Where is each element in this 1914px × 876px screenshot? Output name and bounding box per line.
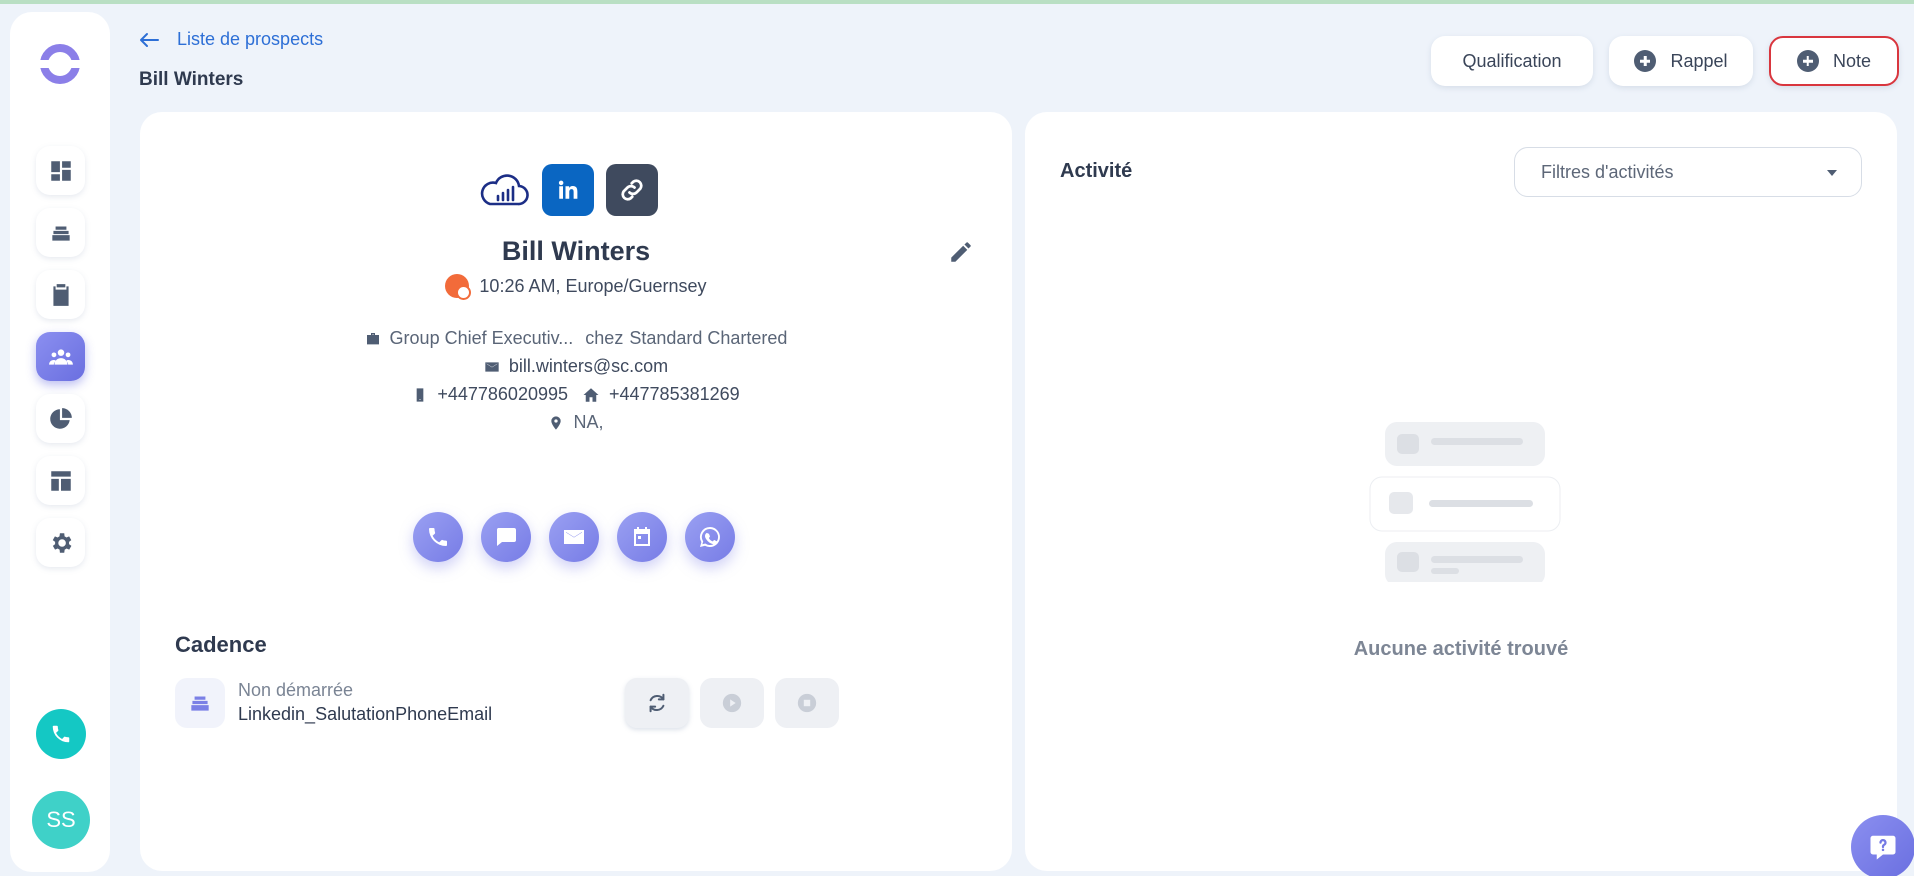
website-link[interactable]	[606, 164, 658, 216]
clipboard-icon	[52, 283, 69, 306]
sidebar-item-cadences[interactable]	[36, 208, 85, 257]
email-icon	[564, 530, 584, 544]
sidebar-item-settings[interactable]	[36, 518, 85, 567]
activity-filter-placeholder: Filtres d'activités	[1541, 161, 1674, 182]
cadence-name: Linkedin_SalutationPhoneEmail	[238, 704, 493, 724]
top-accent-line	[0, 0, 1914, 4]
sidebar: SS	[10, 12, 110, 872]
back-to-prospects-link[interactable]: Liste de prospects	[139, 29, 323, 50]
arrow-left-icon	[140, 32, 159, 47]
page-title: Bill Winters	[139, 69, 244, 90]
sidebar-item-reports[interactable]	[36, 394, 85, 443]
cadence-stop-button[interactable]	[775, 678, 839, 728]
globe-clock-icon	[445, 274, 472, 300]
job-title: Group Chief Executiv...	[389, 328, 574, 348]
empty-state-illustration	[1369, 422, 1561, 582]
qualification-button[interactable]: Qualification	[1431, 36, 1593, 86]
layout-icon	[50, 470, 71, 491]
note-label: Note	[1832, 50, 1872, 71]
rappel-label: Rappel	[1670, 50, 1728, 71]
contact-actions	[413, 512, 735, 562]
app-logo[interactable]	[35, 39, 85, 89]
cadence-icon-box	[175, 678, 225, 728]
local-time-row: 10:26 AM, Europe/Guernsey	[140, 274, 1012, 300]
email-icon	[485, 361, 499, 372]
email-row: bill.winters@sc.com	[140, 356, 1012, 377]
location-row: NA,	[140, 412, 1012, 433]
plus-circle-icon	[1796, 50, 1819, 72]
sidebar-item-prospects[interactable]	[36, 332, 85, 381]
rappel-button[interactable]: Rappel	[1609, 36, 1753, 86]
link-icon	[621, 179, 643, 201]
prospect-card: Bill Winters 10:26 AM, Europe/Guernsey G…	[140, 112, 1012, 871]
prospect-name: Bill Winters	[501, 236, 651, 266]
linkedin-icon	[558, 180, 578, 199]
company-prefix: chez	[585, 328, 624, 348]
prospect-location: NA,	[573, 412, 604, 432]
chat-bubble-icon	[496, 528, 516, 546]
cadence-refresh-button[interactable]	[625, 678, 689, 728]
sidebar-item-dashboard[interactable]	[36, 146, 85, 195]
edit-pencil-icon[interactable]	[948, 239, 974, 265]
home-icon	[583, 387, 599, 402]
layers-icon	[191, 696, 209, 711]
dashboard-icon	[50, 160, 71, 181]
briefcase-icon	[366, 332, 379, 344]
calendar-icon	[634, 527, 650, 546]
company-name: Standard Chartered	[629, 328, 788, 348]
cloud-chart-icon	[480, 174, 529, 206]
layers-icon	[51, 226, 70, 241]
sidebar-item-tasks[interactable]	[36, 270, 85, 319]
phone-icon	[52, 725, 70, 743]
plus-circle-icon	[1634, 50, 1657, 72]
call-button[interactable]	[36, 709, 86, 759]
call-action-button[interactable]	[413, 512, 463, 562]
help-chat-button[interactable]	[1851, 815, 1914, 876]
prospect-mobile[interactable]: +447786020995	[437, 384, 568, 405]
location-pin-icon	[551, 415, 562, 430]
caret-down-icon	[1827, 170, 1837, 176]
stop-circle-icon	[797, 693, 817, 713]
cadence-section-title: Cadence	[175, 632, 267, 657]
sms-action-button[interactable]	[481, 512, 531, 562]
user-avatar[interactable]: SS	[32, 791, 90, 849]
help-chat-icon	[1870, 835, 1896, 860]
activity-title: Activité	[1060, 160, 1133, 182]
whatsapp-action-button[interactable]	[685, 512, 735, 562]
activity-filter-select[interactable]: Filtres d'activités	[1514, 147, 1862, 197]
qualification-label: Qualification	[1462, 50, 1562, 71]
phone-icon	[429, 528, 447, 546]
local-time: 10:26 AM, Europe/Guernsey	[479, 275, 707, 296]
mobile-phone-icon	[417, 387, 424, 402]
meeting-action-button[interactable]	[617, 512, 667, 562]
pie-chart-icon	[49, 407, 72, 429]
whatsapp-icon	[700, 527, 720, 547]
phones-row: +447786020995 +447785381269	[140, 384, 1012, 405]
play-circle-icon	[722, 693, 742, 713]
activity-card: Activité Filtres d'activités Aucune acti…	[1025, 112, 1897, 871]
note-button[interactable]: Note	[1769, 36, 1899, 86]
gear-icon	[52, 532, 71, 553]
job-row: Group Chief Executiv... chez Standard Ch…	[140, 328, 1012, 349]
back-link-label: Liste de prospects	[177, 29, 324, 49]
prospect-email[interactable]: bill.winters@sc.com	[509, 356, 668, 377]
cadence-status: Non démarrée	[238, 680, 354, 700]
prospect-home-phone[interactable]: +447785381269	[609, 384, 740, 405]
social-links	[478, 164, 658, 216]
sidebar-item-templates[interactable]	[36, 456, 85, 505]
cadence-play-button[interactable]	[700, 678, 764, 728]
linkedin-link[interactable]	[542, 164, 594, 216]
people-icon	[48, 348, 73, 365]
email-action-button[interactable]	[549, 512, 599, 562]
refresh-icon	[649, 693, 665, 713]
empty-activity-message: Aucune activité trouvé	[1353, 638, 1569, 660]
crm-cloud-link[interactable]	[478, 164, 530, 216]
